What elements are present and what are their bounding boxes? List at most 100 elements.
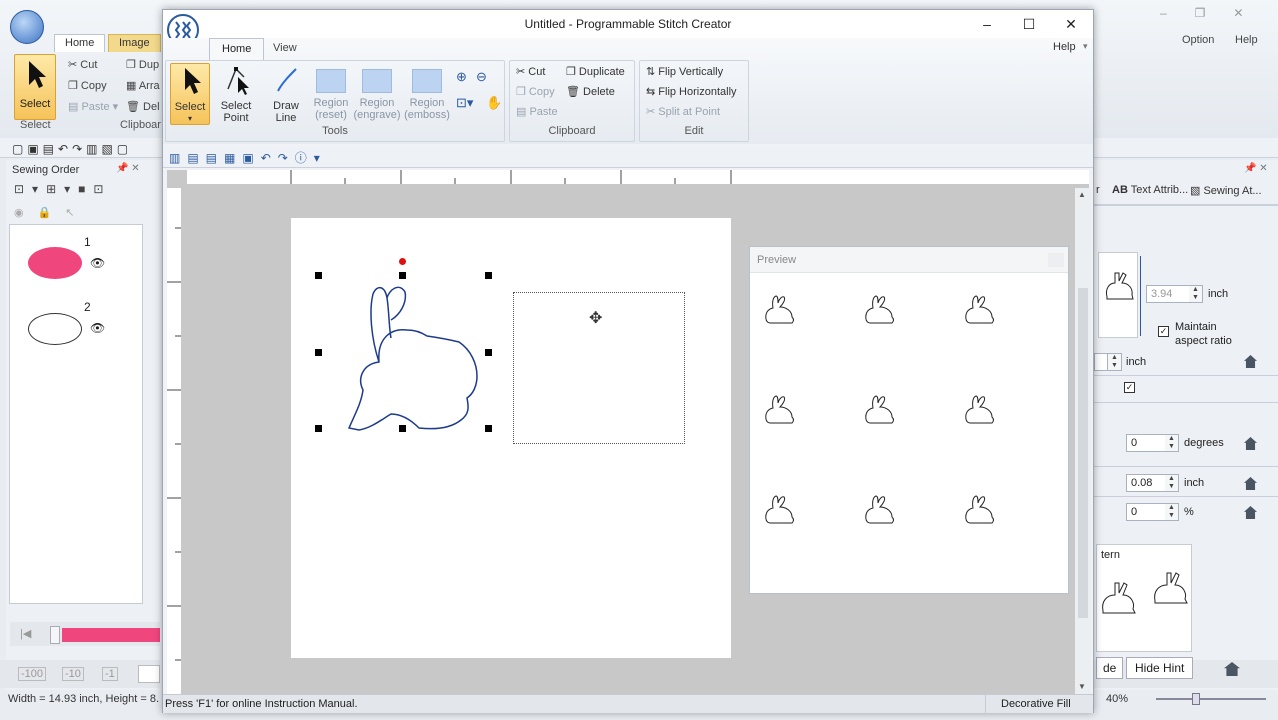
eye-icon[interactable]: 👁 — [90, 321, 105, 335]
vertical-scrollbar[interactable]: ▲ ▼ — [1075, 188, 1091, 694]
tab-r[interactable]: r — [1096, 184, 1100, 196]
maximize-button[interactable]: ☐ — [1007, 10, 1051, 38]
hint-left-button[interactable]: de — [1096, 657, 1124, 679]
bg-qat-icons[interactable]: ▢▣▤↶↷▥▧▢ — [12, 142, 132, 156]
scroll-up-icon[interactable]: ▲ — [1078, 190, 1086, 199]
bg-help-menu[interactable]: Help — [1235, 34, 1258, 46]
option-checkbox[interactable]: ✓ — [1124, 382, 1135, 393]
bg-dup-button[interactable]: ❐ Dup — [126, 58, 159, 71]
bg-option-menu[interactable]: Option — [1182, 34, 1214, 46]
step-button-1[interactable]: -1 — [102, 667, 118, 681]
step-input[interactable] — [138, 665, 160, 683]
scroll-thumb[interactable] — [1078, 288, 1088, 618]
rotate-input[interactable]: 0 — [1126, 434, 1166, 452]
delete-button[interactable]: 🗑 Delete — [566, 83, 615, 101]
selection-handle[interactable] — [399, 425, 406, 432]
zoom-in-icon[interactable]: ⊕ — [456, 69, 467, 85]
copy-button[interactable]: ❐ Copy — [516, 83, 555, 101]
paste-button[interactable]: ▤ Paste — [516, 103, 558, 121]
move-cursor-icon: ✥ — [589, 310, 603, 327]
divider — [1094, 496, 1278, 497]
selection-handle[interactable] — [315, 425, 322, 432]
zoom-fit-icon[interactable]: ⊡▾ — [456, 95, 473, 111]
height-spinner[interactable]: ▲ ▼ — [1108, 353, 1122, 371]
bg-tab-image[interactable]: Image — [108, 34, 161, 52]
reset-home-icon[interactable] — [1244, 506, 1257, 519]
cursor-arrow-icon — [29, 61, 46, 88]
bg-copy-button[interactable]: ❐ Copy — [68, 79, 107, 92]
reset-home-icon[interactable] — [1244, 437, 1257, 450]
width-input[interactable]: 3.94 — [1146, 285, 1190, 303]
tab-text-attrib[interactable]: AB Text Attrib... — [1112, 184, 1188, 196]
height-input[interactable] — [1094, 353, 1108, 371]
duplicate-button[interactable]: ❐ Duplicate — [566, 63, 625, 81]
select-button[interactable]: Select ▾ — [170, 63, 210, 125]
bg-arrange-button[interactable]: ▦ Arra — [126, 79, 160, 92]
bg-tab-home[interactable]: Home — [54, 34, 106, 52]
region-engrave-icon — [362, 69, 392, 93]
preview-close-button[interactable] — [1048, 253, 1064, 267]
sewing-item-white-oval[interactable] — [28, 313, 82, 345]
pin-close-icons-right[interactable]: 📌 ✕ — [1244, 163, 1268, 174]
tab-home[interactable]: Home — [209, 38, 265, 60]
group-clipboard: ✂ Cut ❐ Copy ▤ Paste ❐ Duplicate 🗑 Delet… — [509, 60, 635, 142]
bg-select-button[interactable]: Select — [14, 54, 56, 120]
selection-handle[interactable] — [485, 349, 492, 356]
draw-line-button[interactable]: Draw Line — [264, 63, 308, 125]
pin-close-icons[interactable]: 📌 ✕ — [116, 163, 140, 174]
scroll-down-icon[interactable]: ▼ — [1078, 682, 1086, 691]
hide-hint-button[interactable]: Hide Hint — [1126, 657, 1194, 679]
flip-horizontally-button[interactable]: ⇆ Flip Horizontally — [646, 83, 737, 101]
bg-paste-button[interactable]: ▤ Paste ▾ — [68, 100, 118, 113]
reset-home-icon[interactable] — [1244, 355, 1257, 368]
zoom-slider[interactable] — [1148, 692, 1270, 706]
spacing-input[interactable]: 0.08 — [1126, 474, 1166, 492]
width-spinner[interactable]: ▲ ▼ — [1189, 285, 1203, 303]
close-button[interactable]: ✕ — [1049, 10, 1093, 38]
bg-window-controls[interactable]: –❐✕ — [1160, 6, 1272, 20]
hand-pan-icon[interactable]: ✋ — [486, 95, 502, 111]
design-page[interactable]: ✥ — [291, 218, 731, 658]
step-button-100[interactable]: -100 — [18, 667, 47, 681]
tab-sewing-attrib[interactable]: ▧ Sewing At... — [1190, 184, 1262, 197]
percent-input[interactable]: 0 — [1126, 503, 1166, 521]
percent-spinner[interactable]: ▲ ▼ — [1165, 503, 1179, 521]
region-emboss-button[interactable]: Region (emboss) — [404, 63, 450, 125]
eye-icon[interactable]: 👁 — [90, 256, 105, 270]
sewing-toolbar-icons[interactable]: ⊡▾⊞▾■⊡ — [14, 182, 111, 196]
select-point-button[interactable]: Select Point — [214, 63, 258, 125]
selection-handle[interactable] — [399, 272, 406, 279]
timeline-start-icon[interactable]: |◀ — [20, 627, 31, 640]
bg-delete-button[interactable]: 🗑 Del — [126, 100, 160, 113]
sewing-item-pink-oval[interactable] — [28, 247, 82, 279]
spacing-spinner[interactable]: ▲ ▼ — [1165, 474, 1179, 492]
selection-handle[interactable] — [485, 272, 492, 279]
help-dropdown-icon[interactable]: ▾ — [1083, 41, 1088, 52]
tab-view[interactable]: View — [261, 38, 309, 60]
zoom-out-icon[interactable]: ⊖ — [476, 69, 487, 85]
region-emboss-icon — [412, 69, 442, 93]
rotate-spinner[interactable]: ▲ ▼ — [1165, 434, 1179, 452]
timeline-thumb[interactable] — [50, 626, 60, 644]
help-menu[interactable]: Help — [1053, 41, 1076, 53]
split-at-point-button[interactable]: ✂ Split at Point — [646, 103, 720, 121]
region-reset-button[interactable]: Region (reset) — [308, 63, 354, 125]
selection-handle[interactable] — [315, 272, 322, 279]
preview-header: Preview — [750, 247, 1068, 273]
rotate-handle[interactable] — [399, 258, 406, 265]
cut-button[interactable]: ✂ Cut — [516, 63, 545, 81]
select-dropdown-icon[interactable]: ▾ — [171, 113, 209, 125]
qat-icons[interactable]: ▥▤▤▦▣↶↷ⓘ▾ — [169, 149, 327, 166]
bg-cut-button[interactable]: ✂ Cut — [68, 58, 97, 71]
reset-home-icon[interactable] — [1244, 477, 1257, 490]
maintain-aspect-checkbox[interactable]: ✓ — [1158, 326, 1169, 337]
minimize-button[interactable]: – — [965, 10, 1009, 38]
sewing-toolbar-2[interactable]: ◉🔒↖ — [14, 206, 89, 219]
zoom-thumb[interactable] — [1192, 693, 1200, 705]
app-orb-icon[interactable] — [10, 10, 44, 44]
selection-handle[interactable] — [485, 425, 492, 432]
region-engrave-button[interactable]: Region (engrave) — [352, 63, 402, 125]
flip-vertically-button[interactable]: ⇅ Flip Vertically — [646, 63, 723, 81]
step-button-10[interactable]: -10 — [62, 667, 84, 681]
selection-handle[interactable] — [315, 349, 322, 356]
